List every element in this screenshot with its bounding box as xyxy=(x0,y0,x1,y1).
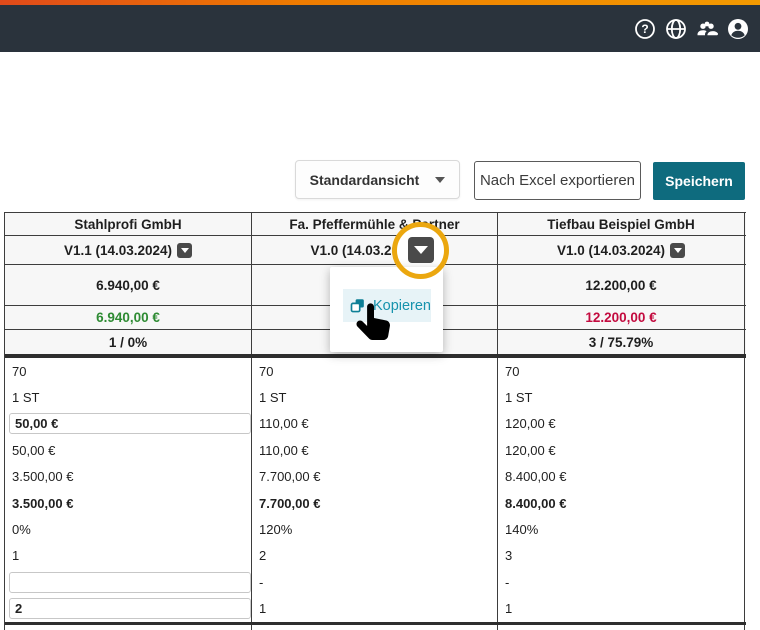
deviation-value: 120% xyxy=(259,516,497,542)
account-icon[interactable] xyxy=(726,17,750,41)
bidder-detail-column: 70 1 ST 120,00 € 120,00 € 8.400,00 € 8.4… xyxy=(498,358,745,622)
view-selector-dropdown[interactable]: Standardansicht xyxy=(295,160,460,199)
language-globe-icon[interactable] xyxy=(664,17,688,41)
quantity-value: 70 xyxy=(259,358,497,384)
stub-cell xyxy=(252,625,498,630)
chevron-down-icon xyxy=(414,246,428,254)
sum-cell: 12.200,00 € xyxy=(498,265,745,305)
line-total-final-value: 7.700,00 € xyxy=(259,490,497,516)
svg-text:?: ? xyxy=(641,22,648,36)
sum-cell: 6.940,00 € xyxy=(5,265,252,305)
line-total-value: 8.400,00 € xyxy=(505,464,744,490)
note-value: - xyxy=(259,569,497,595)
export-excel-button[interactable]: Nach Excel exportieren xyxy=(474,161,641,200)
ranking-cell: 1 / 0% xyxy=(5,330,252,354)
unit-price-value: 110,00 € xyxy=(259,437,497,463)
version-label: V1.1 (14.03.2024) xyxy=(64,243,172,258)
chevron-down-icon xyxy=(435,177,445,183)
line-total-value: 7.700,00 € xyxy=(259,464,497,490)
position-rank-value: 2 xyxy=(259,543,497,569)
view-selector-label: Standardansicht xyxy=(310,172,420,188)
line-total-value: 3.500,00 € xyxy=(12,464,251,490)
app-bar: ? xyxy=(0,5,760,52)
comparison-screen: ? Standardansicht Nach Excel exportieren… xyxy=(0,0,760,630)
quantity-value: 70 xyxy=(12,358,251,384)
unit-value: 1 ST xyxy=(12,384,251,410)
company-header-row: Stahlprofi GmbH Fa. Pfeffermühle & Partn… xyxy=(5,212,746,235)
unit-price-value: 50,00 € xyxy=(12,437,251,463)
version-dropdown-button-highlighted[interactable] xyxy=(408,237,434,263)
version-cell: V1.0 (14.03.2024) xyxy=(252,236,498,264)
version-dropdown-button[interactable] xyxy=(177,243,192,258)
version-dropdown-button[interactable] xyxy=(670,243,685,258)
chevron-down-icon xyxy=(674,248,682,253)
position-detail-row: 70 1 ST 50,00 € 3.500,00 € 3.500,00 € 0%… xyxy=(5,358,746,622)
export-excel-label: Nach Excel exportieren xyxy=(480,172,635,189)
count-value: 1 xyxy=(259,596,497,622)
copy-icon xyxy=(350,297,365,315)
company-header[interactable]: Stahlprofi GmbH xyxy=(5,213,252,235)
count-value: 1 xyxy=(505,596,744,622)
company-header[interactable]: Fa. Pfeffermühle & Partner xyxy=(252,213,498,235)
stub-cell xyxy=(498,625,745,630)
bidder-detail-column: 70 1 ST 50,00 € 3.500,00 € 3.500,00 € 0%… xyxy=(5,358,252,622)
position-rank-value: 3 xyxy=(505,543,744,569)
save-button-label: Speichern xyxy=(665,173,733,189)
unit-price-offer-value: 110,00 € xyxy=(259,411,497,437)
unit-price-value: 120,00 € xyxy=(505,437,744,463)
position-rank-value: 1 xyxy=(12,543,251,569)
version-label: V1.0 (14.03.2024) xyxy=(557,243,665,258)
next-row-stub xyxy=(5,625,746,630)
final-sum-cell: 6.940,00 € xyxy=(5,306,252,329)
save-button[interactable]: Speichern xyxy=(653,162,745,200)
version-cell: V1.1 (14.03.2024) xyxy=(5,236,252,264)
deviation-value: 140% xyxy=(505,516,744,542)
unit-value: 1 ST xyxy=(259,384,497,410)
bidder-detail-column: 70 1 ST 110,00 € 110,00 € 7.700,00 € 7.7… xyxy=(252,358,498,622)
unit-price-offer-value: 120,00 € xyxy=(505,411,744,437)
copy-menu-item-label: Kopieren xyxy=(373,298,431,314)
version-row: V1.1 (14.03.2024) V1.0 (14.03.2024) V1.0… xyxy=(5,235,746,264)
line-total-final-value: 3.500,00 € xyxy=(12,490,251,516)
copy-menu-item[interactable]: Kopieren xyxy=(343,289,431,322)
unit-value: 1 ST xyxy=(505,384,744,410)
company-header[interactable]: Tiefbau Beispiel GmbH xyxy=(498,213,745,235)
note-input[interactable] xyxy=(9,572,251,593)
stub-cell xyxy=(5,625,252,630)
version-context-menu: Kopieren xyxy=(330,267,443,352)
final-sum-cell: 12.200,00 € xyxy=(498,306,745,329)
version-cell: V1.0 (14.03.2024) xyxy=(498,236,745,264)
quantity-value: 70 xyxy=(505,358,744,384)
users-icon[interactable] xyxy=(695,17,719,41)
line-total-final-value: 8.400,00 € xyxy=(505,490,744,516)
note-value: - xyxy=(505,569,744,595)
help-icon[interactable]: ? xyxy=(633,17,657,41)
count-input[interactable] xyxy=(9,598,251,619)
chevron-down-icon xyxy=(181,248,189,253)
deviation-value: 0% xyxy=(12,516,251,542)
unit-price-input[interactable] xyxy=(9,413,251,434)
ranking-cell: 3 / 75.79% xyxy=(498,330,745,354)
